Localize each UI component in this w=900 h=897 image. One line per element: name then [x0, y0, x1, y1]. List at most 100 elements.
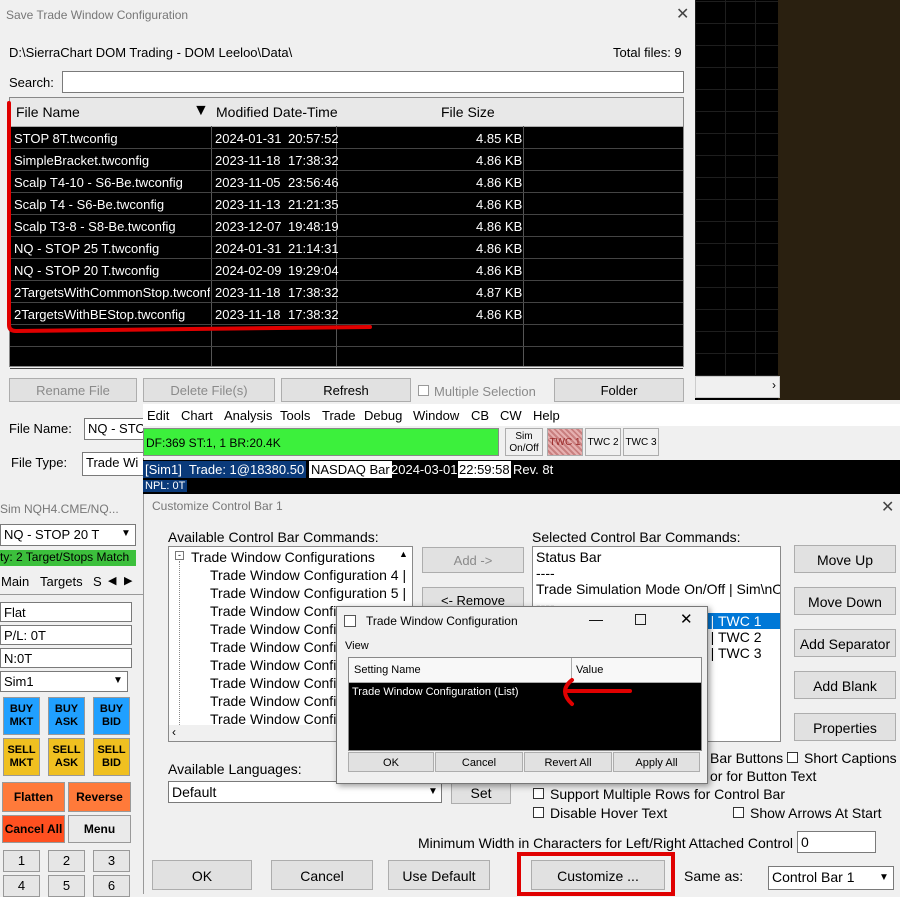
rename-file-button[interactable]: Rename File [9, 378, 137, 402]
twc-cancel-button[interactable]: Cancel [435, 752, 523, 772]
file-size-cell: 4.85 KB [476, 131, 523, 146]
chart-scrollbar[interactable]: › [695, 376, 780, 398]
twc-2-button[interactable]: TWC 2 [585, 428, 621, 456]
same-as-select[interactable]: Control Bar 1 [768, 866, 894, 890]
num-2-button[interactable]: 2 [48, 850, 85, 872]
buy-ask-button[interactable]: BUY ASK [48, 697, 85, 735]
tree-collapse-icon[interactable]: - [175, 551, 184, 560]
use-default-button[interactable]: Use Default [388, 860, 490, 890]
file-type-select[interactable]: Trade Wi [82, 452, 144, 476]
buy-bid-button[interactable]: BUY BID [93, 697, 130, 735]
tab-targets[interactable]: Targets [40, 574, 83, 589]
delete-files-button[interactable]: Delete File(s) [143, 378, 275, 402]
tab-scroll-right-icon[interactable]: ▶ [124, 574, 132, 587]
tree-item[interactable]: Trade Window Configuration 4 | [210, 567, 406, 583]
sell-ask-line2: ASK [54, 757, 79, 769]
buy-mkt-button[interactable]: BUY MKT [3, 697, 40, 735]
refresh-button[interactable]: Refresh [281, 378, 411, 402]
revert-all-button[interactable]: Revert All [524, 752, 612, 772]
selected-command-item[interactable]: Trade Simulation Mode On/Off | Sim\nOn/ [536, 581, 780, 597]
menu-debug[interactable]: Debug [364, 408, 402, 423]
sell-bid-line2: BID [102, 757, 121, 769]
sell-mkt-line1: SELL [7, 744, 36, 756]
min-width-input[interactable]: 0 [797, 831, 876, 853]
tab-scroll-left-icon[interactable]: ◀ [108, 574, 116, 587]
selected-command-item[interactable]: Status Bar [536, 549, 601, 565]
flatten-button[interactable]: Flatten [2, 782, 65, 812]
same-as-dropdown-icon[interactable]: ▼ [879, 872, 889, 883]
add-button[interactable]: Add -> [422, 547, 524, 573]
setting-row[interactable]: Trade Window Configuration (List) [352, 686, 519, 698]
twc-1-button[interactable]: TWC 1 [547, 428, 583, 456]
tree-item[interactable]: Trade Window Configu [210, 693, 352, 709]
show-arrows-checkbox[interactable] [733, 807, 744, 818]
tree-item[interactable]: Trade Window Configu [210, 675, 352, 691]
minimize-icon[interactable]: — [589, 611, 603, 627]
menu-cw[interactable]: CW [500, 408, 522, 423]
menu-edit[interactable]: Edit [147, 408, 169, 423]
twc-ok-button[interactable]: OK [348, 752, 434, 772]
column-file-size[interactable]: File Size [441, 104, 495, 120]
chart-sim-label: [Sim1] [145, 462, 182, 477]
move-down-button[interactable]: Move Down [794, 587, 896, 615]
language-select[interactable]: Default [168, 781, 442, 803]
cancel-button[interactable]: Cancel [271, 860, 373, 890]
scroll-left-icon[interactable]: ‹ [172, 725, 176, 739]
cancel-all-button[interactable]: Cancel All [2, 815, 65, 843]
multiple-selection-checkbox[interactable] [418, 385, 429, 396]
menu-help[interactable]: Help [533, 408, 560, 423]
account-dropdown-icon[interactable]: ▼ [113, 675, 123, 686]
file-name-input[interactable]: NQ - STO [84, 418, 144, 440]
folder-button[interactable]: Folder [554, 378, 684, 402]
menu-analysis[interactable]: Analysis [224, 408, 272, 423]
menu-chart[interactable]: Chart [181, 408, 213, 423]
move-up-button[interactable]: Move Up [794, 545, 896, 573]
properties-button[interactable]: Properties [794, 713, 896, 741]
menu-cb[interactable]: CB [471, 408, 489, 423]
twc-3-button[interactable]: TWC 3 [623, 428, 659, 456]
add-separator-button[interactable]: Add Separator [794, 629, 896, 657]
sim-on-off-button[interactable]: Sim On/Off [505, 428, 543, 456]
search-input[interactable] [62, 71, 684, 93]
tab-main[interactable]: Main [1, 574, 29, 589]
add-blank-button[interactable]: Add Blank [794, 671, 896, 699]
short-captions-checkbox[interactable] [787, 752, 798, 763]
menu-button[interactable]: Menu [68, 815, 131, 843]
menu-trade[interactable]: Trade [322, 408, 355, 423]
trade-config-select[interactable]: NQ - STOP 20 T [0, 524, 136, 546]
selected-command-item[interactable]: 2 | TWC 2 [699, 629, 780, 645]
tree-root[interactable]: Trade Window Configurations [191, 549, 375, 565]
twc-close-icon[interactable]: ✕ [680, 610, 693, 628]
support-multiple-rows-checkbox[interactable] [533, 788, 544, 799]
num-1-button[interactable]: 1 [3, 850, 40, 872]
customize-close-icon[interactable]: ✕ [881, 497, 894, 517]
tree-item[interactable]: Trade Window Configu [210, 639, 352, 655]
apply-all-button[interactable]: Apply All [613, 752, 700, 772]
menu-tools[interactable]: Tools [280, 408, 310, 423]
tree-item[interactable]: Trade Window Configu [210, 621, 352, 637]
account-select[interactable]: Sim1 [0, 671, 128, 692]
ok-button[interactable]: OK [152, 860, 252, 890]
disable-hover-checkbox[interactable] [533, 807, 544, 818]
menu-window[interactable]: Window [413, 408, 459, 423]
language-dropdown-icon[interactable]: ▼ [428, 786, 438, 797]
file-size-cell: 4.86 KB [476, 153, 523, 168]
maximize-icon[interactable] [635, 614, 646, 625]
reverse-button[interactable]: Reverse [68, 782, 131, 812]
tree-item[interactable]: Trade Window Configuration 5 | [210, 585, 406, 601]
sell-bid-button[interactable]: SELL BID [93, 738, 130, 776]
dropdown-arrow-icon[interactable]: ▼ [121, 528, 131, 539]
num-3-button[interactable]: 3 [93, 850, 130, 872]
tree-vscroll-up-icon[interactable]: ▲ [399, 549, 408, 559]
selected-command-item[interactable]: ---- [536, 565, 555, 581]
tree-item[interactable]: Trade Window Configu [210, 603, 352, 619]
sell-mkt-button[interactable]: SELL MKT [3, 738, 40, 776]
selected-command-item[interactable]: 1 | TWC 1 [699, 613, 780, 629]
tab-s[interactable]: S [93, 574, 102, 589]
sell-ask-button[interactable]: SELL ASK [48, 738, 85, 776]
scroll-right-icon[interactable]: › [772, 378, 776, 392]
close-icon[interactable]: ✕ [676, 4, 689, 24]
tree-item[interactable]: Trade Window Configu [210, 657, 352, 673]
selected-command-item[interactable]: 3 | TWC 3 [699, 645, 780, 661]
chart-time: 22:59:58 [458, 461, 511, 478]
